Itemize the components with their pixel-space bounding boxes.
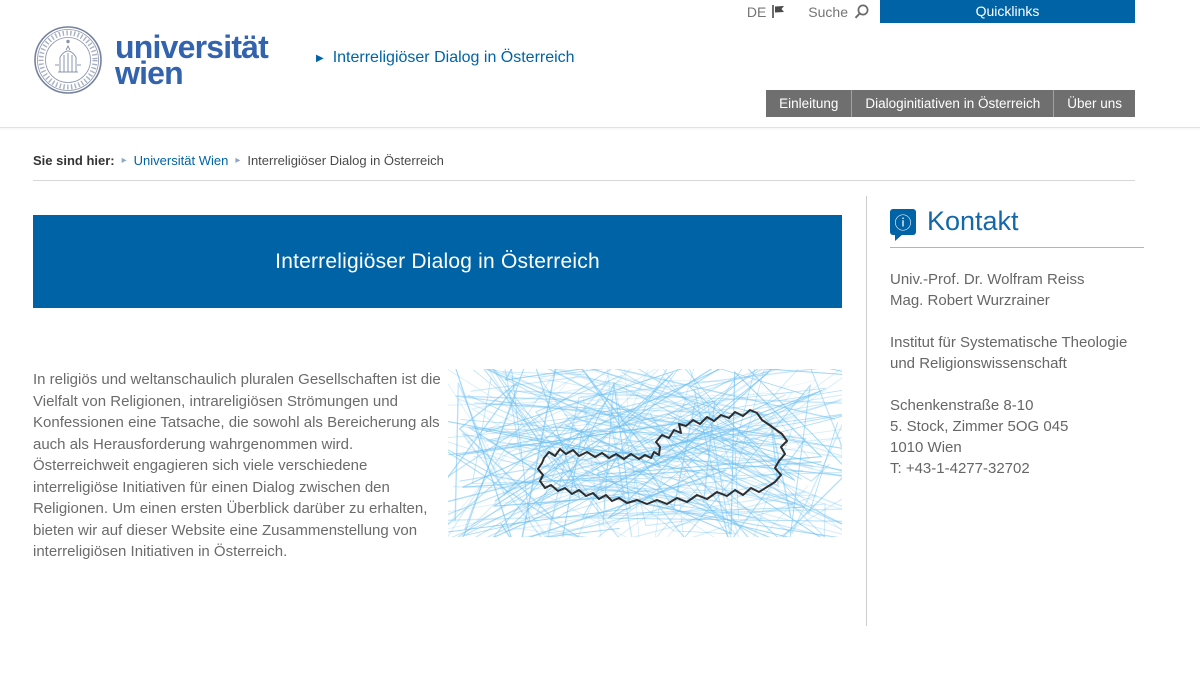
main-content: Interreligiöser Dialog in Österreich In …: [33, 196, 1144, 626]
breadcrumb-label: Sie sind hier:: [33, 153, 115, 168]
institute-line: und Religionswissenschaft: [890, 355, 1067, 372]
language-switcher[interactable]: DE: [747, 4, 786, 20]
contact-heading-text: Kontakt: [927, 206, 1019, 236]
contact-persons: Univ.-Prof. Dr. Wolfram Reiss Mag. Rober…: [890, 269, 1144, 311]
breadcrumb-link-universitaet-wien[interactable]: Universität Wien: [134, 153, 229, 168]
contact-sidebar: ⓘ Kontakt Univ.-Prof. Dr. Wolfram Reiss …: [890, 206, 1144, 563]
contact-heading: ⓘ Kontakt: [890, 206, 1144, 241]
search-label: Suche: [808, 3, 848, 20]
language-label: DE: [746, 3, 767, 20]
search-link[interactable]: Suche: [808, 3, 870, 20]
university-seal-icon: [34, 26, 102, 94]
wordmark-line2: wien: [115, 55, 184, 91]
chevron-right-icon: ▸: [121, 155, 127, 166]
university-logo[interactable]: universität wien: [33, 25, 269, 95]
nav-item-einleitung[interactable]: Einleitung: [766, 90, 852, 117]
site-title-link[interactable]: ▶ Interreligiöser Dialog in Österreich: [316, 49, 575, 67]
address-line: 5. Stock, Zimmer 5OG 045: [890, 418, 1069, 435]
chevron-right-icon: ▸: [235, 155, 241, 166]
breadcrumb-current-page: Interreligiöser Dialog in Österreich: [247, 153, 444, 168]
breadcrumb: Sie sind hier: ▸ Universität Wien ▸ Inte…: [33, 153, 1135, 168]
page-title-banner: Interreligiöser Dialog in Österreich: [33, 215, 842, 308]
site-title-text: Interreligiöser Dialog in Österreich: [332, 49, 575, 66]
breadcrumb-divider: [33, 180, 1135, 181]
main-nav: Einleitung Dialoginitiativen in Österrei…: [766, 90, 1135, 117]
university-wordmark: universität wien: [115, 31, 269, 91]
search-icon: [854, 4, 869, 19]
main-column: Interreligiöser Dialog in Österreich In …: [33, 215, 842, 563]
info-icon: ⓘ: [890, 208, 916, 241]
address-line: Schenkenstraße 8-10: [890, 397, 1034, 414]
contact-institute: Institut für Systematische Theologie und…: [890, 332, 1144, 374]
page-title: Interreligiöser Dialog in Österreich: [275, 249, 600, 273]
contact-person: Mag. Robert Wurzrainer: [890, 292, 1050, 309]
address-line: 1010 Wien: [890, 439, 962, 456]
top-meta-bar: DE Suche: [747, 0, 870, 23]
content-row: In religiös und weltanschaulich pluralen…: [33, 369, 842, 563]
address-line: T: +43-1-4277-32702: [890, 460, 1030, 477]
page: Quicklinks DE Suche universität wien ▶ I…: [0, 0, 1200, 681]
nav-item-dialoginitiativen[interactable]: Dialoginitiativen in Österreich: [851, 90, 1054, 117]
sidebar-divider: [890, 247, 1144, 248]
institute-line: Institut für Systematische Theologie: [890, 334, 1128, 351]
arrow-right-icon: ▶: [316, 52, 324, 64]
breadcrumb-area: Sie sind hier: ▸ Universität Wien ▸ Inte…: [0, 128, 1200, 181]
intro-paragraph: In religiös und weltanschaulich pluralen…: [33, 371, 441, 560]
nav-item-ueber-uns[interactable]: Über uns: [1053, 90, 1135, 117]
austria-map-image: [448, 369, 842, 537]
quicklinks-button[interactable]: Quicklinks: [880, 0, 1135, 23]
vertical-divider: [866, 196, 867, 626]
flag-icon: [772, 5, 785, 18]
contact-person: Univ.-Prof. Dr. Wolfram Reiss: [890, 271, 1085, 288]
contact-address: Schenkenstraße 8-10 5. Stock, Zimmer 5OG…: [890, 395, 1144, 479]
header: Quicklinks DE Suche universität wien ▶ I…: [0, 0, 1200, 128]
